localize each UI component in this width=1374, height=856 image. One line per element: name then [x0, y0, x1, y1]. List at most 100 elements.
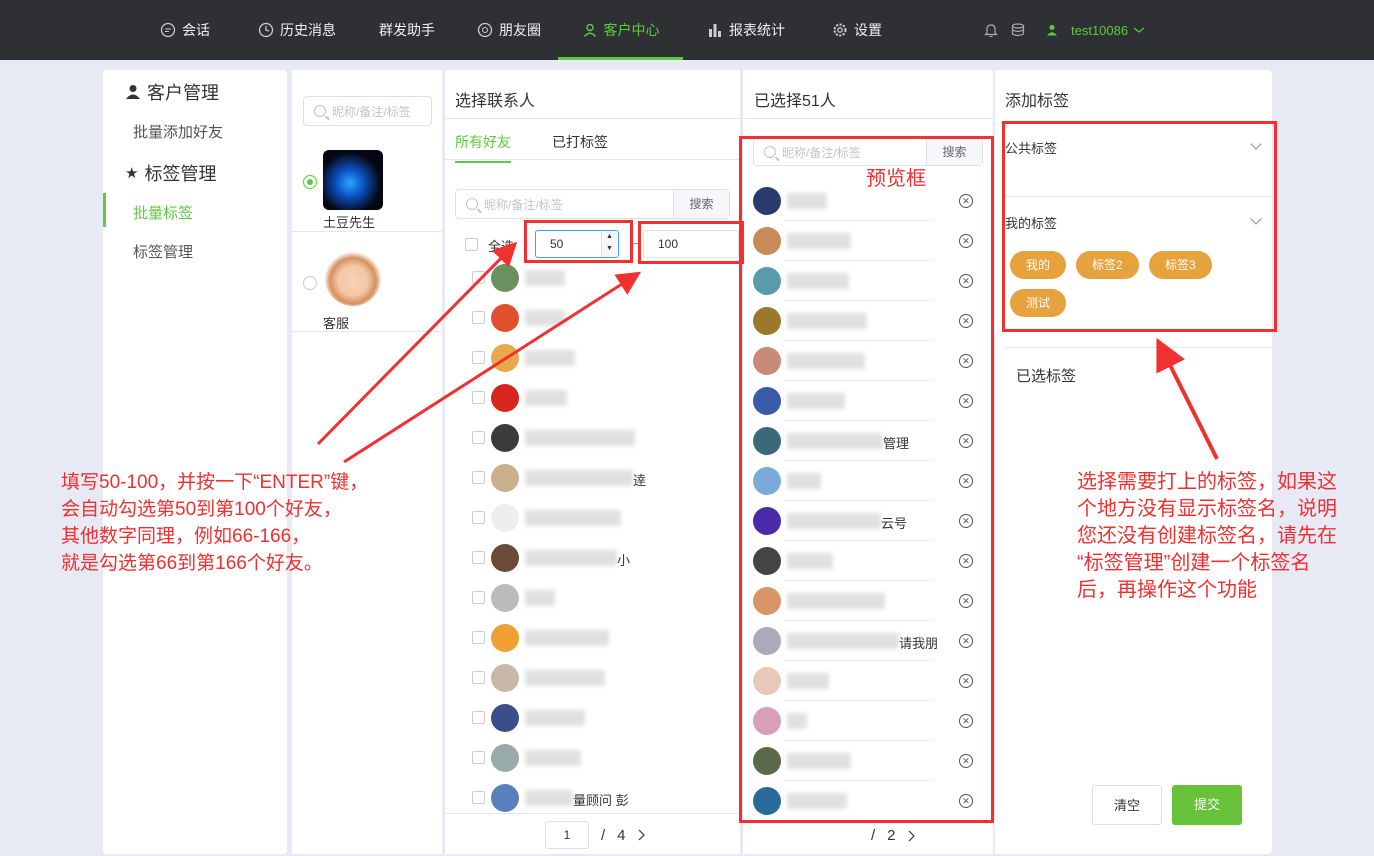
top-navigation-bar: 会话 历史消息 群发助手 朋友圈 客户中心 报表统计 设置 test10086 — [0, 0, 1374, 60]
contact-row[interactable]: 量顾问 彭 — [445, 778, 740, 818]
account-list-panel: 昵称/备注/标签 土豆先生 客服 — [292, 70, 442, 854]
page-input[interactable]: 1 — [545, 821, 589, 849]
contact-checkbox[interactable] — [472, 511, 485, 524]
nav-right-tools: test10086 — [983, 0, 1145, 60]
username[interactable]: test10086 — [1071, 23, 1128, 38]
page-separator: / — [601, 826, 606, 844]
active-indicator — [103, 193, 106, 227]
bell-icon[interactable] — [983, 22, 999, 38]
nav-chat[interactable]: 会话 — [160, 0, 210, 60]
account-search-input[interactable]: 昵称/备注/标签 — [303, 96, 432, 126]
nav-moments[interactable]: 朋友圈 — [477, 0, 541, 60]
tags-title: 添加标签 — [1005, 93, 1070, 110]
nav-broadcast[interactable]: 群发助手 — [379, 0, 435, 60]
select-all-checkbox[interactable] — [465, 238, 478, 251]
nav-settings[interactable]: 设置 — [832, 0, 882, 60]
clear-button[interactable]: 清空 — [1092, 785, 1162, 825]
blurred-name — [525, 630, 609, 646]
contact-row[interactable] — [445, 738, 740, 778]
contact-checkbox[interactable] — [472, 351, 485, 364]
contact-row[interactable]: 逹 — [445, 458, 740, 498]
contact-row[interactable] — [445, 378, 740, 418]
contact-checkbox[interactable] — [472, 271, 485, 284]
contact-row[interactable] — [445, 618, 740, 658]
left-annotation-line: 填写50-100，并按一下“ENTER”键， — [61, 472, 369, 493]
blurred-name — [525, 510, 621, 526]
contact-checkbox[interactable] — [472, 551, 485, 564]
contact-checkbox[interactable] — [472, 631, 485, 644]
account-radio[interactable] — [303, 175, 317, 189]
contact-row[interactable]: 小 — [445, 538, 740, 578]
blurred-name — [525, 710, 585, 726]
aperture-icon — [477, 22, 493, 38]
menu-group-customer-label: 客户管理 — [147, 83, 219, 103]
preview-box-highlight — [739, 136, 994, 823]
sidebar-item-batch-tags[interactable]: 批量标签 — [133, 202, 193, 223]
blurred-name — [525, 750, 581, 766]
account-item[interactable]: 客服 — [292, 232, 442, 332]
contacts-search-placeholder: 昵称/备注/标签 — [484, 197, 563, 212]
right-annotation-line: 选择需要打上的标签，如果这 — [1077, 471, 1337, 493]
chevron-right-icon[interactable] — [908, 830, 916, 842]
sidebar-item-batch-add-friends[interactable]: 批量添加好友 — [133, 121, 223, 142]
nav-broadcast-label: 群发助手 — [379, 22, 435, 38]
divider — [1005, 347, 1272, 348]
account-search-placeholder: 昵称/备注/标签 — [332, 104, 411, 119]
contact-checkbox[interactable] — [472, 311, 485, 324]
database-icon[interactable] — [1010, 22, 1026, 38]
blurred-name — [525, 470, 633, 486]
account-radio[interactable] — [303, 276, 317, 290]
contact-row[interactable] — [445, 658, 740, 698]
selected-pager: / 2 — [871, 827, 916, 844]
nav-customer-center-label: 客户中心 — [603, 22, 660, 38]
tab-all-friends[interactable]: 所有好友 — [455, 132, 511, 163]
blurred-name — [525, 430, 635, 446]
contact-checkbox[interactable] — [472, 471, 485, 484]
nav-reports[interactable]: 报表统计 — [707, 0, 785, 60]
contact-checkbox[interactable] — [472, 711, 485, 724]
menu-group-tags: ★ 标签管理 — [125, 160, 216, 186]
avatar — [491, 424, 519, 452]
contact-checkbox[interactable] — [472, 591, 485, 604]
contact-row[interactable] — [445, 338, 740, 378]
blurred-name — [525, 310, 565, 326]
contact-checkbox[interactable] — [472, 671, 485, 684]
submit-button[interactable]: 提交 — [1172, 785, 1242, 825]
contact-checkbox[interactable] — [472, 391, 485, 404]
blurred-name — [525, 350, 575, 366]
avatar — [491, 304, 519, 332]
page-separator: / — [871, 827, 876, 844]
clock-icon — [258, 22, 274, 38]
blurred-name — [525, 590, 555, 606]
sidebar-item-tag-management[interactable]: 标签管理 — [133, 241, 193, 262]
avatar — [491, 384, 519, 412]
contact-row[interactable] — [445, 258, 740, 298]
chevron-down-icon[interactable] — [1133, 25, 1145, 35]
avatar — [491, 624, 519, 652]
menu-group-customer: 客户管理 — [125, 79, 219, 105]
nav-history[interactable]: 历史消息 — [258, 0, 336, 60]
chevron-right-icon[interactable] — [638, 829, 646, 841]
select-all-label: 全选 — [488, 239, 515, 254]
contact-checkbox[interactable] — [472, 791, 485, 804]
user-icon — [583, 23, 596, 37]
tab-divider — [445, 159, 740, 160]
contact-row[interactable] — [445, 498, 740, 538]
account-name: 客服 — [323, 316, 350, 331]
contacts-search-button[interactable]: 搜索 — [673, 190, 729, 218]
contact-row[interactable] — [445, 298, 740, 338]
contacts-search-input[interactable]: 昵称/备注/标签 搜索 — [455, 189, 730, 219]
contact-checkbox[interactable] — [472, 751, 485, 764]
avatar — [491, 344, 519, 372]
nav-customer-center[interactable]: 客户中心 — [558, 0, 683, 60]
account-item[interactable]: 土豆先生 — [292, 140, 442, 232]
right-annotation-line: 您还没有创建标签名，请先在 — [1077, 525, 1337, 547]
contact-row[interactable] — [445, 578, 740, 618]
contact-row[interactable] — [445, 698, 740, 738]
contact-row[interactable] — [445, 418, 740, 458]
nav-history-label: 历史消息 — [280, 22, 336, 38]
tab-tagged[interactable]: 已打标签 — [552, 132, 608, 152]
contact-checkbox[interactable] — [472, 431, 485, 444]
avatar — [491, 464, 519, 492]
avatar — [491, 784, 519, 812]
